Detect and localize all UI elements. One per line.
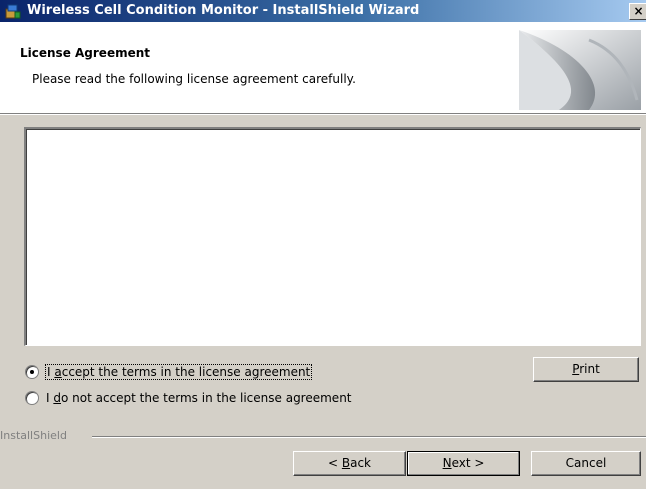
next-button[interactable]: Next > <box>407 451 520 476</box>
installer-icon <box>5 3 21 19</box>
print-button[interactable]: Print <box>533 357 639 382</box>
license-text-area[interactable] <box>24 127 641 346</box>
page-curl-graphic <box>519 30 641 110</box>
cancel-button[interactable]: Cancel <box>531 451 641 476</box>
title-bar[interactable]: Wireless Cell Condition Monitor - Instal… <box>0 0 646 22</box>
footer-divider <box>92 436 646 438</box>
accept-radio-button[interactable] <box>25 365 39 379</box>
window-title: Wireless Cell Condition Monitor - Instal… <box>27 3 420 18</box>
installshield-brand: InstallShield <box>0 429 67 442</box>
header-divider <box>0 113 646 115</box>
decline-radio-option[interactable]: I do not accept the terms in the license… <box>25 389 352 407</box>
decline-radio-label[interactable]: I do not accept the terms in the license… <box>46 391 352 405</box>
header-banner: License Agreement Please read the follow… <box>0 22 646 113</box>
accept-radio-label[interactable]: I accept the terms in the license agreem… <box>44 364 313 380</box>
close-icon[interactable]: × <box>629 3 646 20</box>
decline-radio-button[interactable] <box>25 391 39 405</box>
page-subtitle: Please read the following license agreem… <box>32 72 356 86</box>
back-button[interactable]: < Back <box>293 451 406 476</box>
accept-radio-option[interactable]: I accept the terms in the license agreem… <box>25 363 313 381</box>
installer-window: Wireless Cell Condition Monitor - Instal… <box>0 0 646 489</box>
page-title: License Agreement <box>20 46 151 60</box>
